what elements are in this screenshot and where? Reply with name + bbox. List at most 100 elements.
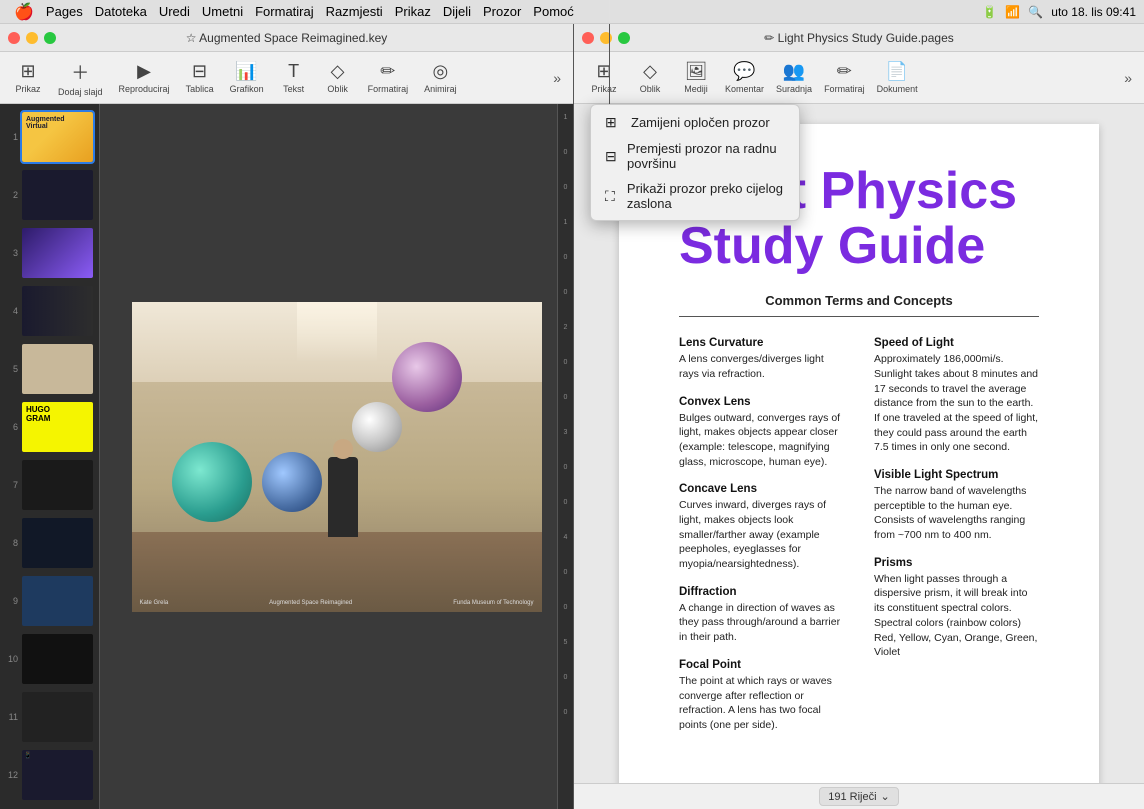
menu-pomoc[interactable]: Pomoć	[527, 4, 579, 19]
def-focal-point: The point at which rays or waves converg…	[679, 674, 844, 733]
slide-preview-6: HUGOGRAM	[22, 402, 93, 452]
menu-bar: 🍎 Pages Datoteka Uredi Umetni Formatiraj…	[0, 0, 1144, 24]
pages-title: ✏ Light Physics Study Guide.pages	[764, 31, 954, 45]
fullscreen-button[interactable]	[44, 32, 56, 44]
pages-toolbar-suradnja[interactable]: 👥 Suradnja	[771, 57, 817, 98]
pages-toolbar-oblik[interactable]: ◇ Oblik	[628, 57, 672, 98]
pages-toolbar-prikaz[interactable]: ⊞ Prikaz	[582, 57, 626, 98]
word-count-label: 191 Riječi	[828, 791, 876, 803]
slide-thumb-3[interactable]: 3	[0, 224, 99, 282]
pages-toolbar-more[interactable]: »	[1120, 66, 1136, 90]
view-icon: ⊞	[20, 61, 35, 82]
slide-thumb-1[interactable]: 1 AugmentedVirtual	[0, 108, 99, 166]
fullscreen-window-icon: ⛶	[605, 188, 619, 205]
toolbar-animiraj[interactable]: ◎ Animiraj	[418, 57, 463, 98]
word-count-button[interactable]: 191 Riječi ⌄	[819, 787, 899, 806]
toolbar-oblik[interactable]: ◇ Oblik	[318, 57, 358, 98]
slide-panel: 1 AugmentedVirtual 2 3 4 5	[0, 104, 100, 809]
context-item-premjesti[interactable]: ⊟ Premjesti prozor na radnu površinu	[591, 136, 799, 176]
def-convex-lens: Bulges outward, converges rays of light,…	[679, 411, 844, 470]
slide-thumb-6[interactable]: 6 HUGOGRAM	[0, 398, 99, 456]
slide-preview-9	[22, 576, 93, 626]
pages-toolbar-formatiraj[interactable]: ✏ Formatiraj	[819, 57, 870, 98]
slide-preview-12: 📱	[22, 750, 93, 800]
menu-uredi[interactable]: Uredi	[153, 4, 196, 19]
term-convex-lens: Convex Lens	[679, 396, 844, 408]
slide-preview-7	[22, 460, 93, 510]
doc-divider	[679, 316, 1039, 317]
toolbar-prikaz[interactable]: ⊞ Prikaz	[8, 57, 48, 98]
pages-toolbar: ⊞ Prikaz ◇ Oblik 🖼 Mediji 💬 Komentar 👥 S…	[574, 52, 1144, 104]
context-item-prikazi[interactable]: ⛶ Prikaži prozor preko cijelog zaslona	[591, 176, 799, 216]
menu-prozor[interactable]: Prozor	[477, 4, 527, 19]
chart-icon: 📊	[235, 61, 257, 82]
toolbar-formatiraj[interactable]: ✏ Formatiraj	[362, 57, 415, 98]
slide-preview-3	[22, 228, 93, 278]
menu-dijeli[interactable]: Dijeli	[437, 4, 477, 19]
vertical-ruler: 100 100 200 300 400 500	[557, 104, 573, 809]
slide-thumb-4[interactable]: 4	[0, 282, 99, 340]
shape-icon: ◇	[331, 61, 345, 82]
term-concave-lens: Concave Lens	[679, 483, 844, 495]
slide-thumb-8[interactable]: 8	[0, 514, 99, 572]
menu-datoteka[interactable]: Datoteka	[89, 4, 153, 19]
toolbar-more[interactable]: »	[549, 66, 565, 90]
pages-document: Light PhysicsStudy Guide Common Terms an…	[619, 124, 1099, 783]
add-slide-icon: ＋	[71, 59, 89, 85]
pages-toolbar-komentar[interactable]: 💬 Komentar	[720, 57, 769, 98]
slide-thumb-9[interactable]: 9	[0, 572, 99, 630]
slide-preview-4	[22, 286, 93, 336]
ball-blue	[262, 452, 322, 512]
menu-pages[interactable]: Pages	[40, 4, 89, 19]
slide-thumb-10[interactable]: 10	[0, 630, 99, 688]
pages-format-icon: ✏	[837, 61, 852, 82]
ball-teal	[172, 442, 252, 522]
menu-bar-right: 🔋 📶 🔍 uto 18. lis 09:41	[982, 5, 1136, 19]
toolbar-tablica[interactable]: ⊟ Tablica	[180, 57, 220, 98]
pages-titlebar: ✏ Light Physics Study Guide.pages	[574, 24, 1144, 52]
tile-window-icon: ⊞	[605, 114, 623, 131]
slide-thumb-7[interactable]: 7	[0, 456, 99, 514]
search-icon[interactable]: 🔍	[1028, 5, 1043, 19]
doc-col-right: Speed of Light Approximately 186,000mi/s…	[874, 337, 1039, 736]
pages-toolbar-mediji[interactable]: 🖼 Mediji	[674, 57, 718, 98]
menu-prikaz[interactable]: Prikaz	[389, 4, 437, 19]
slide-preview-8	[22, 518, 93, 568]
pages-fullscreen-button[interactable]	[618, 32, 630, 44]
term-lens-curvature: Lens Curvature	[679, 337, 844, 349]
doc-subtitle: Common Terms and Concepts	[679, 293, 1039, 308]
format-icon: ✏	[380, 61, 395, 82]
minimize-button[interactable]	[26, 32, 38, 44]
toolbar-dodaj-slajd[interactable]: ＋ Dodaj slajd	[52, 55, 109, 101]
slide-thumb-12[interactable]: 12 📱	[0, 746, 99, 804]
pages-close-button[interactable]	[582, 32, 594, 44]
toolbar-reproduciraj[interactable]: ▶ Reproduciraj	[113, 57, 176, 98]
keynote-canvas[interactable]: Kate Grela Augmented Space Reimagined Fu…	[100, 104, 573, 809]
apple-menu[interactable]: 🍎	[8, 2, 40, 22]
slide-preview-2	[22, 170, 93, 220]
caption-left: Kate Grela	[140, 600, 169, 606]
toolbar-tekst[interactable]: T Tekst	[274, 57, 314, 98]
pages-minimize-button[interactable]	[600, 32, 612, 44]
toolbar-grafikon[interactable]: 📊 Grafikon	[224, 57, 270, 98]
pages-doc-icon: 📄	[886, 61, 908, 82]
menu-umetni[interactable]: Umetni	[196, 4, 249, 19]
doc-col-left: Lens Curvature A lens converges/diverges…	[679, 337, 844, 736]
slide-thumb-11[interactable]: 11	[0, 688, 99, 746]
keynote-toolbar: ⊞ Prikaz ＋ Dodaj slajd ▶ Reproduciraj ⊟ …	[0, 52, 573, 104]
slide-thumb-2[interactable]: 2	[0, 166, 99, 224]
close-button[interactable]	[8, 32, 20, 44]
menu-razmjesti[interactable]: Razmjesti	[320, 4, 389, 19]
slide-thumb-5[interactable]: 5	[0, 340, 99, 398]
play-icon: ▶	[137, 61, 151, 82]
def-prisms: When light passes through a dispersive p…	[874, 572, 1039, 660]
caption-right: Funda Museum of Technology	[453, 600, 533, 606]
slide-preview-1: AugmentedVirtual	[22, 112, 93, 162]
pages-shape-icon: ◇	[643, 61, 657, 82]
menu-formatiraj[interactable]: Formatiraj	[249, 4, 320, 19]
active-slide: Kate Grela Augmented Space Reimagined Fu…	[132, 302, 542, 612]
text-icon: T	[288, 61, 299, 82]
pages-toolbar-dokument[interactable]: 📄 Dokument	[872, 57, 923, 98]
term-focal-point: Focal Point	[679, 659, 844, 671]
context-item-zamijeni[interactable]: ⊞ Zamijeni opločen prozor	[591, 109, 799, 136]
